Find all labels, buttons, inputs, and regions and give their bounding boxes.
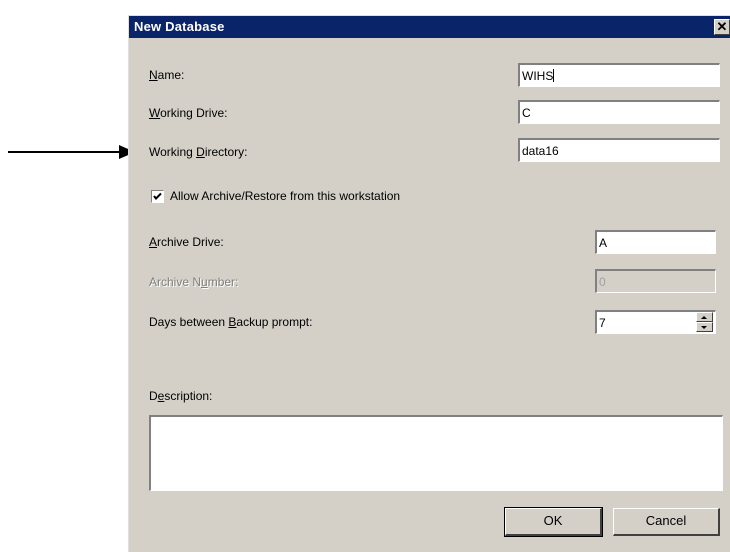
days-backup-spinner[interactable] <box>696 312 713 332</box>
close-icon: ✕ <box>716 19 728 34</box>
ok-button[interactable]: OK <box>504 507 603 537</box>
archive-drive-label: Archive Drive: <box>149 235 224 249</box>
description-textarea[interactable] <box>149 415 723 491</box>
days-backup-value: 7 <box>599 316 606 330</box>
close-button[interactable]: ✕ <box>714 19 730 35</box>
working-directory-field[interactable]: data16 <box>518 138 720 162</box>
working-drive-label: Working Drive: <box>149 106 228 120</box>
spin-down-button[interactable] <box>696 322 713 332</box>
name-field[interactable]: WIHS <box>518 63 720 87</box>
archive-number-value: 0 <box>599 275 606 289</box>
arrow-shaft <box>8 151 120 153</box>
archive-number-label: Archive Number: <box>149 275 239 289</box>
allow-archive-checkbox[interactable] <box>151 190 164 203</box>
archive-number-field: 0 <box>595 269 716 293</box>
description-label: Description: <box>149 389 213 403</box>
working-directory-value: data16 <box>522 144 559 158</box>
chevron-down-icon <box>701 326 707 329</box>
check-icon <box>153 192 162 200</box>
working-drive-value: C <box>522 106 531 120</box>
chevron-up-icon <box>701 316 707 319</box>
dialog-title: New Database <box>134 19 225 34</box>
name-label: Name: <box>149 68 185 82</box>
name-field-value: WIHS <box>522 69 554 83</box>
archive-drive-value: A <box>599 236 608 250</box>
spin-up-button[interactable] <box>696 312 713 322</box>
working-drive-field[interactable]: C <box>518 100 720 124</box>
title-bar: New Database ✕ <box>129 16 730 38</box>
days-backup-label: Days between Backup prompt: <box>149 315 313 329</box>
cancel-button[interactable]: Cancel <box>613 508 720 536</box>
allow-archive-label: Allow Archive/Restore from this workstat… <box>170 189 401 203</box>
archive-drive-field[interactable]: A <box>595 230 716 254</box>
new-database-dialog: New Database ✕ Name: WIHS Working Drive:… <box>128 15 730 552</box>
text-cursor <box>553 69 555 82</box>
working-directory-label: Working Directory: <box>149 145 248 159</box>
